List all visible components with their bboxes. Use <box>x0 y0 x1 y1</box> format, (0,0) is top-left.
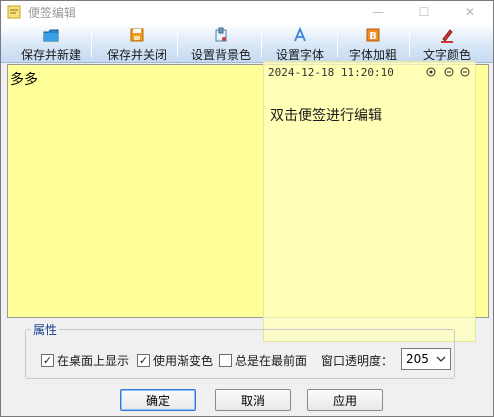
toolbar-separator <box>91 31 92 57</box>
save-and-close-label: 保存并关闭 <box>106 48 167 62</box>
opacity-select[interactable]: 205 <box>401 348 451 370</box>
save-and-close-button[interactable]: 保存并关闭 <box>97 23 177 63</box>
toolbar-separator <box>337 31 338 57</box>
title-bar[interactable]: 便签编辑 — ☐ ✕ <box>1 1 493 23</box>
folder-icon <box>43 29 59 42</box>
preview-timestamp: 2024-12-18 11:20:10 <box>268 66 394 79</box>
show-on-desktop-checkbox[interactable]: ✓ 在桌面上显示 <box>41 352 129 369</box>
font-icon <box>294 27 306 42</box>
bold-font-button[interactable]: B 字体加粗 <box>341 23 405 63</box>
check-icon: ✓ <box>138 354 149 367</box>
checkbox-box[interactable] <box>219 354 232 367</box>
show-on-desktop-label: 在桌面上显示 <box>57 354 130 368</box>
opacity-value: 205 <box>406 352 429 366</box>
note-text: 多多 <box>10 72 38 88</box>
always-on-top-checkbox[interactable]: 总是在最前面 <box>219 352 307 369</box>
color-pen-icon <box>441 29 453 43</box>
save-and-new-label: 保存并新建 <box>20 48 81 62</box>
set-background-label: 设置背景色 <box>190 48 251 62</box>
save-and-new-button[interactable]: 保存并新建 <box>11 23 91 63</box>
toolbar-separator <box>261 31 262 57</box>
close-button[interactable]: ✕ <box>447 1 493 23</box>
opacity-label: 窗口透明度： <box>321 354 394 368</box>
note-app-icon <box>7 5 21 19</box>
set-font-button[interactable]: 设置字体 <box>267 23 333 63</box>
checkbox-box[interactable]: ✓ <box>137 354 150 367</box>
properties-legend: 属性 <box>31 321 60 338</box>
checkbox-box[interactable]: ✓ <box>41 354 54 367</box>
always-on-top-label: 总是在最前面 <box>235 354 308 368</box>
toolbar: 保存并新建 保存并关闭 设置背景色 设置字体 B 字体加粗 文字颜色 <box>1 23 493 63</box>
cancel-button[interactable]: 取消 <box>215 389 291 411</box>
use-gradient-label: 使用渐变色 <box>153 354 214 368</box>
ok-button[interactable]: 确定 <box>120 389 196 411</box>
preview-hint: 双击便签进行编辑 <box>270 108 382 124</box>
note-edit-window: 便签编辑 — ☐ ✕ 保存并新建 保存并关闭 设置背景色 设置字体 B 字体加粗… <box>0 0 494 417</box>
svg-text:B: B <box>369 31 377 42</box>
minimize-note-icon[interactable] <box>460 67 470 77</box>
floppy-disk-icon <box>130 28 144 42</box>
note-preview[interactable]: 2024-12-18 11:20:10 双击便签进行编辑 <box>263 61 476 342</box>
apply-button[interactable]: 应用 <box>307 389 383 411</box>
set-background-button[interactable]: 设置背景色 <box>183 23 259 63</box>
minimize-button[interactable]: — <box>355 1 401 23</box>
paint-bucket-icon <box>215 27 227 42</box>
maximize-button[interactable]: ☐ <box>401 1 447 23</box>
settings-icon[interactable] <box>426 67 436 77</box>
toolbar-separator <box>409 31 410 57</box>
bold-icon: B <box>366 28 380 42</box>
pin-icon[interactable] <box>444 67 454 77</box>
toolbar-separator <box>177 31 178 57</box>
window-title: 便签编辑 <box>28 6 77 20</box>
chevron-down-icon <box>436 356 446 362</box>
check-icon: ✓ <box>42 354 53 367</box>
use-gradient-checkbox[interactable]: ✓ 使用渐变色 <box>137 352 213 369</box>
text-color-button[interactable]: 文字颜色 <box>415 23 479 63</box>
